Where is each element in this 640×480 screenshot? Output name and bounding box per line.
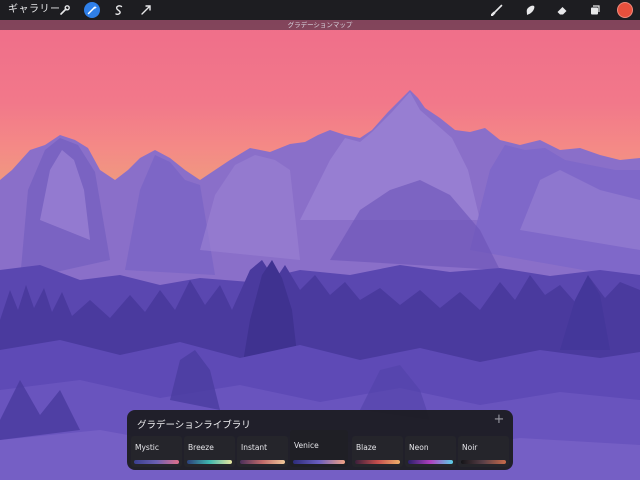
gradient-preview-bar (408, 460, 453, 464)
gradient-preview-bar (355, 460, 400, 464)
gradient-swatch-noir[interactable]: Noir (458, 436, 509, 467)
smudge-icon[interactable] (522, 2, 538, 18)
selection-icon[interactable] (111, 2, 127, 18)
gradient-preview-bar (240, 460, 285, 464)
mode-title-label: グラデーションマップ (0, 20, 640, 30)
gradient-name: Neon (409, 443, 429, 452)
gradient-name: Venice (294, 441, 319, 450)
gradient-preview-bar (293, 460, 345, 464)
gradient-name: Mystic (135, 443, 159, 452)
gradient-swatch-neon[interactable]: Neon (405, 436, 456, 467)
gradient-swatch-venice[interactable]: Venice (290, 430, 348, 467)
eraser-icon[interactable] (554, 2, 570, 18)
gradient-swatch-blaze[interactable]: Blaze (352, 436, 403, 467)
gradient-swatch-instant[interactable]: Instant (237, 436, 288, 467)
transform-arrow-icon[interactable] (138, 2, 154, 18)
gradient-library-panel: グラデーションライブラリ + Mystic Breeze Instant Ven… (127, 410, 513, 470)
layers-icon[interactable] (587, 2, 603, 18)
gradient-library-title: グラデーションライブラリ (137, 420, 251, 431)
gradient-swatch-breeze[interactable]: Breeze (184, 436, 235, 467)
wrench-icon[interactable] (57, 2, 73, 18)
magic-wand-icon[interactable] (84, 2, 100, 18)
gradient-swatch-mystic[interactable]: Mystic (131, 436, 182, 467)
gradient-preview-bar (461, 460, 506, 464)
gallery-button[interactable]: ギャラリー (8, 4, 61, 16)
color-swatch-button[interactable] (617, 2, 633, 18)
gradient-name: Blaze (356, 443, 377, 452)
gradient-preview-bar (187, 460, 232, 464)
gradient-name: Noir (462, 443, 478, 452)
gradient-name: Breeze (188, 443, 214, 452)
top-toolbar: ギャラリー (0, 0, 640, 20)
brush-icon[interactable] (489, 2, 505, 18)
gradient-name: Instant (241, 443, 268, 452)
plus-icon[interactable]: + (493, 413, 505, 426)
gradient-preview-bar (134, 460, 179, 464)
